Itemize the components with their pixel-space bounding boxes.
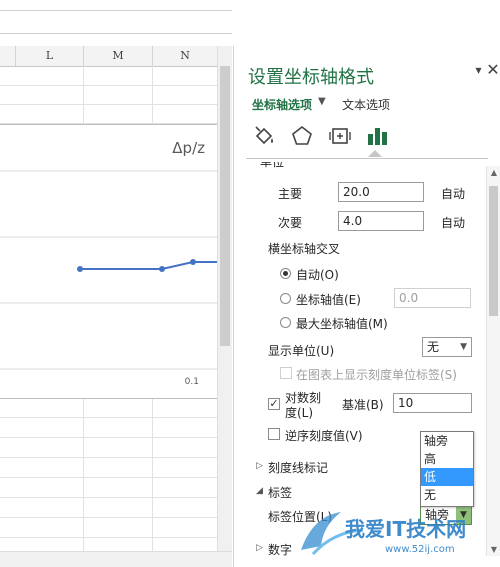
display-units-label: 显示单位(U) xyxy=(268,344,335,358)
dropdown-option[interactable]: 高 xyxy=(421,450,473,468)
cross-auto-radio[interactable] xyxy=(280,268,291,279)
tab-axis-options[interactable]: 坐标轴选项 xyxy=(252,96,312,113)
dropdown-option[interactable]: 轴旁 xyxy=(421,432,473,450)
column-header-n[interactable]: N xyxy=(153,46,218,67)
chevron-down-icon: ▼ xyxy=(460,342,467,352)
minor-unit-label: 次要 xyxy=(278,216,303,230)
minor-unit-auto-button[interactable]: 自动 xyxy=(441,214,465,231)
chevron-down-icon[interactable]: ▼ xyxy=(318,96,326,107)
axis-cross-section-heading: 横坐标轴交叉 xyxy=(268,242,341,256)
display-units-value: 无 xyxy=(427,340,440,354)
pane-scrollbar[interactable]: ▲ ▼ xyxy=(486,166,500,556)
chart-area[interactable]: Δp/z 0.1 xyxy=(0,124,218,399)
column-header-m[interactable]: M xyxy=(84,46,153,67)
dropdown-option-selected[interactable]: 低 xyxy=(421,468,473,486)
log-base-label: 基准(B) xyxy=(342,398,384,412)
chevron-right-icon[interactable]: ▷ xyxy=(256,543,263,553)
format-axis-pane: 设置坐标轴格式 ▾ ✕ 坐标轴选项 ▼ 文本选项 单位 主要 20.0 自动 次… xyxy=(233,46,500,567)
bar-chart-icon[interactable] xyxy=(365,124,389,148)
chevron-right-icon[interactable]: ▷ xyxy=(256,461,263,471)
column-header-l[interactable]: L xyxy=(16,46,84,67)
show-units-label[interactable]: 在图表上显示刻度单位标签(S) xyxy=(296,366,457,383)
watermark-text: 我爱IT技术网 xyxy=(345,517,466,541)
chart-plot[interactable] xyxy=(0,125,217,398)
cross-value-label[interactable]: 坐标轴值(E) xyxy=(296,291,361,308)
units-section-heading: 单位 xyxy=(260,162,285,169)
labels-section[interactable]: 标签 xyxy=(268,484,292,501)
pane-title: 设置坐标轴格式 xyxy=(248,67,374,88)
series-point[interactable] xyxy=(190,259,196,265)
pane-scroll-thumb[interactable] xyxy=(489,186,498,316)
reverse-order-checkbox[interactable] xyxy=(268,428,280,440)
cross-max-radio[interactable] xyxy=(280,317,291,328)
tick-marks-section[interactable]: 刻度线标记 xyxy=(268,459,328,476)
reverse-order-label[interactable]: 逆序刻度值(V) xyxy=(285,427,363,444)
log-base-input[interactable]: 10 xyxy=(393,393,472,413)
divider xyxy=(246,158,488,159)
major-unit-label: 主要 xyxy=(278,187,303,201)
watermark-logo: 我爱IT技术网 www.52ij.com xyxy=(301,512,466,556)
major-unit-input[interactable]: 20.0 xyxy=(338,182,424,202)
cross-max-label[interactable]: 最大坐标轴值(M) xyxy=(296,315,388,332)
label-position-dropdown[interactable]: 轴旁 高 低 无 xyxy=(420,431,474,507)
spreadsheet-grid[interactable]: L M N Δp/z 0.1 xyxy=(0,0,232,567)
cross-value-input[interactable]: 0.0 xyxy=(394,288,471,308)
chevron-down-icon[interactable]: ◢ xyxy=(256,486,263,496)
watermark-url: www.52ij.com xyxy=(385,544,455,555)
log-scale-label-line2[interactable]: 度(L) xyxy=(285,404,313,421)
sheet-vertical-scrollbar[interactable] xyxy=(217,46,232,551)
major-unit-auto-button[interactable]: 自动 xyxy=(441,185,465,202)
fill-bucket-icon[interactable] xyxy=(252,124,276,148)
column-header-partial xyxy=(0,46,16,67)
sheet-horizontal-scrollbar[interactable] xyxy=(0,551,232,567)
close-icon[interactable]: ✕ xyxy=(485,60,500,79)
log-scale-checkbox[interactable]: ✓ xyxy=(268,398,280,410)
dropdown-option[interactable]: 无 xyxy=(421,486,473,504)
scroll-up-icon[interactable]: ▲ xyxy=(487,168,500,177)
tab-text-options[interactable]: 文本选项 xyxy=(342,96,390,113)
pentagon-icon[interactable] xyxy=(290,124,314,148)
show-units-checkbox[interactable] xyxy=(280,367,292,379)
cross-value-radio[interactable] xyxy=(280,293,291,304)
selected-category-marker xyxy=(368,150,382,157)
size-properties-icon[interactable] xyxy=(328,124,352,148)
series-point[interactable] xyxy=(77,266,83,272)
cross-auto-label[interactable]: 自动(O) xyxy=(296,266,339,283)
series-point[interactable] xyxy=(159,266,165,272)
x-axis-tick-label: 0.1 xyxy=(184,377,199,387)
number-section[interactable]: 数字 xyxy=(268,541,292,558)
display-units-select[interactable]: 无 ▼ xyxy=(422,337,472,357)
series-line[interactable] xyxy=(80,261,217,270)
minor-unit-input[interactable]: 4.0 xyxy=(338,211,424,231)
sheet-scroll-thumb[interactable] xyxy=(220,66,230,346)
